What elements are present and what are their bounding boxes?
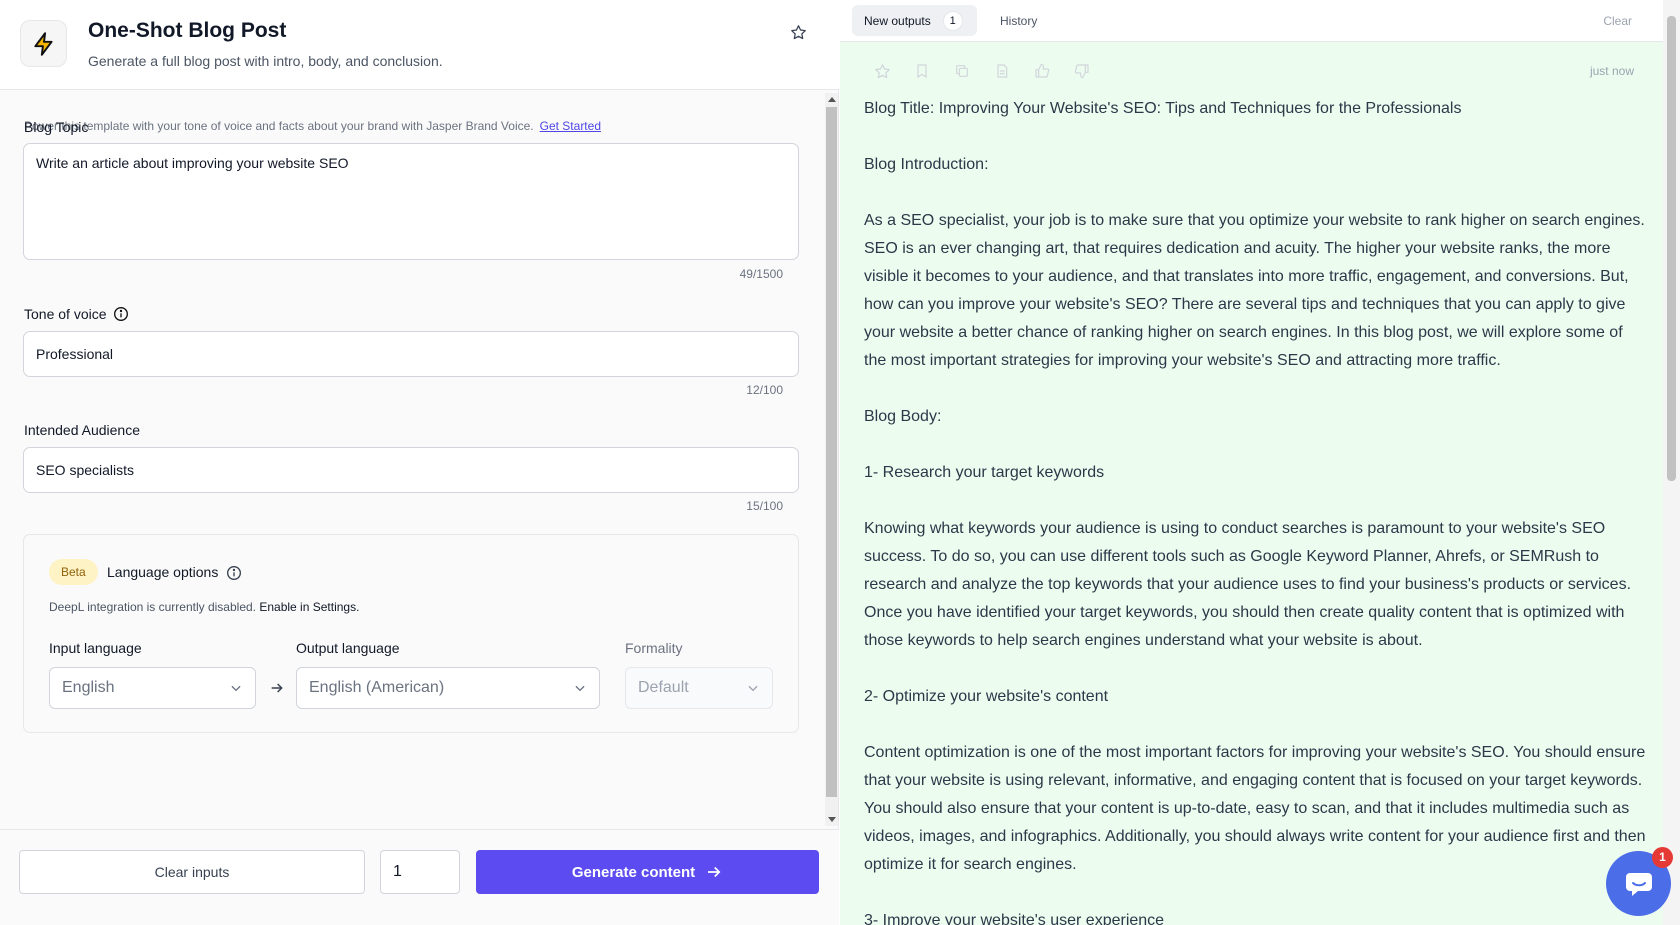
formality-select: Default bbox=[625, 667, 773, 709]
audience-counter: 15/100 bbox=[746, 499, 783, 513]
output-paragraph: Blog Introduction: bbox=[864, 156, 989, 173]
output-paragraph: As a SEO specialist, your job is to make… bbox=[864, 212, 1645, 369]
formality-label: Formality bbox=[625, 640, 683, 656]
output-paragraph: 3- Improve your website's user experienc… bbox=[864, 912, 1165, 925]
brand-voice-hint: Power this template with your tone of vo… bbox=[24, 119, 601, 133]
arrow-right-icon bbox=[708, 866, 721, 878]
document-icon bbox=[997, 64, 1008, 78]
scrollbar-thumb[interactable] bbox=[826, 107, 837, 797]
thumbs-up-icon bbox=[1035, 63, 1050, 78]
scroll-down-arrow[interactable] bbox=[828, 817, 836, 822]
tab-new-outputs-label: New outputs bbox=[864, 13, 931, 28]
copy-output-button[interactable] bbox=[952, 61, 972, 81]
topic-counter: 49/1500 bbox=[739, 267, 783, 281]
output-language-select[interactable]: English (American) bbox=[296, 667, 600, 709]
tone-input[interactable] bbox=[23, 331, 799, 377]
generated-output-text[interactable]: Blog Title: Improving Your Website's SEO… bbox=[864, 95, 1649, 925]
thumbs-down-icon bbox=[1074, 64, 1089, 79]
tone-label-row: Tone of voice bbox=[24, 306, 129, 322]
form-scrollbar[interactable] bbox=[825, 93, 838, 826]
chat-icon bbox=[1625, 872, 1652, 896]
template-header: One-Shot Blog Post Generate a full blog … bbox=[0, 0, 839, 90]
copy-icon bbox=[956, 65, 968, 77]
bookmark-icon bbox=[917, 64, 927, 79]
generate-content-label: Generate content bbox=[571, 863, 696, 881]
language-options-panel: Beta Language options DeepL integration … bbox=[23, 534, 799, 733]
get-started-link[interactable]: Get Started bbox=[540, 119, 601, 133]
language-options-title: Language options bbox=[107, 564, 219, 580]
info-icon[interactable] bbox=[226, 565, 242, 581]
arrow-right-icon bbox=[271, 683, 283, 693]
thumbs-down-button[interactable] bbox=[1072, 61, 1092, 81]
clear-inputs-button[interactable]: Clear inputs bbox=[19, 850, 365, 894]
audience-label: Intended Audience bbox=[24, 422, 140, 438]
beta-badge: Beta bbox=[49, 559, 98, 585]
output-tabs: New outputs 1 History Clear bbox=[840, 0, 1680, 42]
output-paragraph: 1- Research your target keywords bbox=[864, 464, 1105, 481]
output-language-label: Output language bbox=[296, 640, 400, 656]
formality-value: Default bbox=[638, 679, 689, 696]
topic-label: Blog Topic bbox=[24, 119, 89, 135]
tab-history[interactable]: History bbox=[1000, 14, 1037, 28]
output-paragraph: Blog Body: bbox=[864, 408, 942, 425]
new-outputs-count-badge: 1 bbox=[942, 10, 963, 31]
star-icon bbox=[874, 63, 890, 78]
output-panel: New outputs 1 History Clear just now Blo… bbox=[840, 0, 1680, 925]
output-language-value: English (American) bbox=[309, 679, 445, 696]
info-icon[interactable] bbox=[113, 306, 129, 322]
generate-content-button[interactable]: Generate content bbox=[476, 850, 819, 894]
clear-outputs-button[interactable]: Clear bbox=[1603, 14, 1632, 28]
output-actions bbox=[872, 61, 1092, 81]
favorite-button[interactable] bbox=[788, 22, 808, 42]
output-timestamp: just now bbox=[1589, 64, 1634, 78]
tone-label: Tone of voice bbox=[24, 306, 107, 322]
output-quantity-input[interactable] bbox=[380, 850, 460, 894]
template-logo bbox=[20, 20, 67, 67]
output-scrollbar-thumb[interactable] bbox=[1667, 16, 1676, 481]
output-paragraph: Blog Title: Improving Your Website's SEO… bbox=[864, 100, 1462, 117]
document-output-button[interactable] bbox=[992, 61, 1012, 81]
thumbs-up-button[interactable] bbox=[1032, 61, 1052, 81]
deepl-notice: DeepL integration is currently disabled.… bbox=[49, 600, 359, 614]
page-subtitle: Generate a full blog post with intro, bo… bbox=[88, 53, 443, 69]
topic-input[interactable]: Write an article about improving your we… bbox=[23, 143, 799, 260]
input-panel: One-Shot Blog Post Generate a full blog … bbox=[0, 0, 839, 925]
chevron-down-icon bbox=[575, 685, 585, 692]
output-paragraph: 2- Optimize your website's content bbox=[864, 688, 1109, 705]
lightning-icon bbox=[33, 31, 53, 56]
hint-text: Power this template with your tone of vo… bbox=[24, 119, 534, 133]
output-paragraph: Knowing what keywords your audience is u… bbox=[864, 520, 1632, 649]
page-title: One-Shot Blog Post bbox=[88, 19, 287, 42]
star-icon bbox=[790, 24, 806, 39]
favorite-output-button[interactable] bbox=[872, 61, 892, 81]
tone-counter: 12/100 bbox=[746, 383, 783, 397]
chevron-down-icon bbox=[231, 685, 241, 692]
deepl-notice-text: DeepL integration is currently disabled. bbox=[49, 600, 257, 614]
input-language-select[interactable]: English bbox=[49, 667, 256, 709]
chat-notification-badge: 1 bbox=[1652, 847, 1673, 868]
output-scrollbar[interactable] bbox=[1663, 0, 1680, 925]
input-language-label: Input language bbox=[49, 640, 142, 656]
form-footer: Clear inputs Generate content bbox=[0, 829, 839, 925]
tab-new-outputs[interactable]: New outputs 1 bbox=[852, 5, 977, 36]
save-output-button[interactable] bbox=[912, 61, 932, 81]
enable-settings-link[interactable]: Enable in Settings. bbox=[259, 600, 359, 614]
chevron-down-icon bbox=[748, 685, 758, 692]
input-language-value: English bbox=[62, 679, 115, 696]
output-paragraph: Content optimization is one of the most … bbox=[864, 744, 1646, 873]
audience-input[interactable] bbox=[23, 447, 799, 493]
scroll-up-arrow[interactable] bbox=[828, 97, 836, 102]
